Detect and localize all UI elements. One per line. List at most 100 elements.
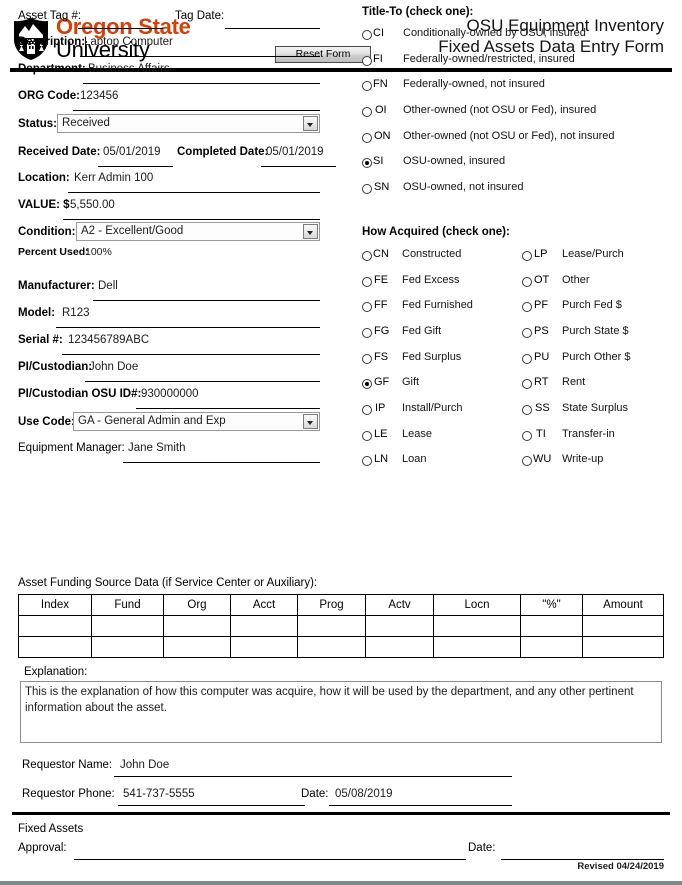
radio-row-fg[interactable]: FG Fed Gift (362, 325, 522, 351)
radio-si[interactable] (362, 158, 372, 169)
radio-ln[interactable] (362, 456, 372, 467)
cell-percent[interactable] (520, 615, 583, 637)
pi-custodian-input-rule[interactable] (85, 381, 320, 382)
chevron-down-icon[interactable] (303, 414, 318, 429)
equipment-manager-input-rule[interactable] (123, 462, 320, 463)
received-date-value[interactable]: 05/01/2019 (103, 146, 161, 158)
radio-row-si[interactable]: SI OSU-owned, insured (362, 155, 672, 181)
radio-oi[interactable] (362, 107, 372, 118)
radio-lp[interactable] (522, 250, 532, 261)
requestor-date-input-rule[interactable] (329, 805, 512, 806)
cell-amount[interactable] (582, 615, 664, 637)
asset-tag-input-rule[interactable] (78, 28, 163, 29)
radio-ss[interactable] (522, 404, 532, 415)
radio-wu[interactable] (522, 456, 532, 467)
radio-row-fn[interactable]: FN Federally-owned, not insured (362, 78, 672, 104)
radio-sn[interactable] (362, 184, 372, 195)
radio-row-ff[interactable]: FF Fed Furnished (362, 299, 522, 325)
radio-row-oi[interactable]: OI Other-owned (not OSU or Fed), insured (362, 104, 672, 130)
radio-row-ti[interactable]: TI Transfer-in (522, 428, 672, 454)
table-row[interactable] (18, 615, 664, 637)
pi-osu-id-value[interactable]: 930000000 (141, 388, 199, 400)
cell-org[interactable] (163, 615, 231, 637)
explanation-textarea[interactable]: This is the explanation of how this comp… (20, 681, 662, 743)
condition-select[interactable]: A2 - Excellent/Good (76, 222, 320, 241)
radio-le[interactable] (362, 430, 372, 441)
radio-fn[interactable] (362, 81, 372, 92)
completed-date-input-rule[interactable] (261, 166, 336, 167)
cell-acct[interactable] (230, 615, 298, 637)
approval-date-input-rule[interactable] (501, 859, 664, 860)
chevron-down-icon[interactable] (303, 116, 318, 131)
pi-custodian-value[interactable]: John Doe (89, 361, 138, 373)
radio-row-ss[interactable]: SS State Surplus (522, 402, 672, 428)
radio-row-fe[interactable]: FE Fed Excess (362, 274, 522, 300)
radio-fi[interactable] (362, 55, 372, 66)
radio-ti[interactable] (522, 430, 532, 441)
pi-osu-id-input-rule[interactable] (136, 408, 320, 409)
completed-date-value[interactable]: 05/01/2019 (266, 146, 324, 158)
org-code-input-rule[interactable] (73, 110, 320, 111)
cell-locn[interactable] (433, 615, 521, 637)
cell-org[interactable] (163, 636, 231, 658)
cell-actv[interactable] (365, 615, 434, 637)
department-value[interactable]: Business Affairs (88, 63, 170, 75)
radio-row-rt[interactable]: RT Rent (522, 376, 672, 402)
serial-input-rule[interactable] (62, 354, 320, 355)
radio-pf[interactable] (522, 302, 532, 313)
radio-fg[interactable] (362, 327, 372, 338)
chevron-down-icon[interactable] (303, 224, 318, 239)
cell-prog[interactable] (297, 636, 366, 658)
cell-locn[interactable] (433, 636, 521, 658)
radio-fs[interactable] (362, 353, 372, 364)
radio-row-pu[interactable]: PU Purch Other $ (522, 351, 672, 377)
radio-ps[interactable] (522, 327, 532, 338)
radio-rt[interactable] (522, 379, 532, 390)
radio-row-fi[interactable]: FI Federally-owned/restricted, insured (362, 53, 672, 79)
radio-gf[interactable] (362, 379, 372, 390)
radio-cn[interactable] (362, 250, 372, 261)
cell-index[interactable] (18, 636, 92, 658)
radio-on[interactable] (362, 132, 372, 143)
radio-row-ot[interactable]: OT Other (522, 274, 672, 300)
manufacturer-input-rule[interactable] (93, 300, 320, 301)
requestor-name-input-rule[interactable] (114, 776, 512, 777)
description-input-rule[interactable] (80, 56, 320, 57)
radio-ff[interactable] (362, 302, 372, 313)
org-code-value[interactable]: 123456 (80, 90, 118, 102)
radio-row-fs[interactable]: FS Fed Surplus (362, 351, 522, 377)
radio-row-ps[interactable]: PS Purch State $ (522, 325, 672, 351)
radio-row-pf[interactable]: PF Purch Fed $ (522, 299, 672, 325)
received-date-input-rule[interactable] (98, 166, 173, 167)
radio-ci[interactable] (362, 30, 372, 40)
requestor-phone-value[interactable]: 541-737-5555 (123, 788, 195, 800)
radio-row-ci[interactable]: CI Conditionally-owned by OSU, insured (362, 27, 672, 53)
radio-row-ip[interactable]: IP Install/Purch (362, 402, 522, 428)
radio-row-lp[interactable]: LP Lease/Purch (522, 248, 672, 274)
cell-fund[interactable] (91, 615, 164, 637)
cell-actv[interactable] (365, 636, 434, 658)
radio-fe[interactable] (362, 276, 372, 287)
radio-row-on[interactable]: ON Other-owned (not OSU or Fed), not ins… (362, 130, 672, 156)
cell-prog[interactable] (297, 615, 366, 637)
radio-ip[interactable] (362, 404, 372, 415)
location-input-rule[interactable] (68, 192, 320, 193)
serial-value[interactable]: 123456789ABC (68, 334, 149, 346)
requestor-phone-input-rule[interactable] (118, 805, 305, 806)
radio-row-gf[interactable]: GF Gift (362, 376, 522, 402)
radio-row-wu[interactable]: WU Write-up (522, 453, 672, 479)
tag-date-input-rule[interactable] (225, 28, 320, 29)
radio-row-cn[interactable]: CN Constructed (362, 248, 522, 274)
approval-input-rule[interactable] (74, 859, 466, 860)
model-value[interactable]: R123 (62, 307, 90, 319)
value-amount[interactable]: 5,550.00 (70, 199, 115, 211)
use-code-select[interactable]: GA - General Admin and Exp (73, 412, 320, 431)
model-input-rule[interactable] (56, 327, 320, 328)
description-value[interactable]: Laptop Computer (84, 36, 173, 48)
radio-row-ln[interactable]: LN Loan (362, 453, 522, 479)
department-input-rule[interactable] (83, 83, 320, 84)
radio-row-le[interactable]: LE Lease (362, 428, 522, 454)
equipment-manager-value[interactable]: Jane Smith (128, 442, 186, 454)
location-value[interactable]: Kerr Admin 100 (74, 172, 153, 184)
value-input-rule[interactable] (63, 219, 320, 220)
